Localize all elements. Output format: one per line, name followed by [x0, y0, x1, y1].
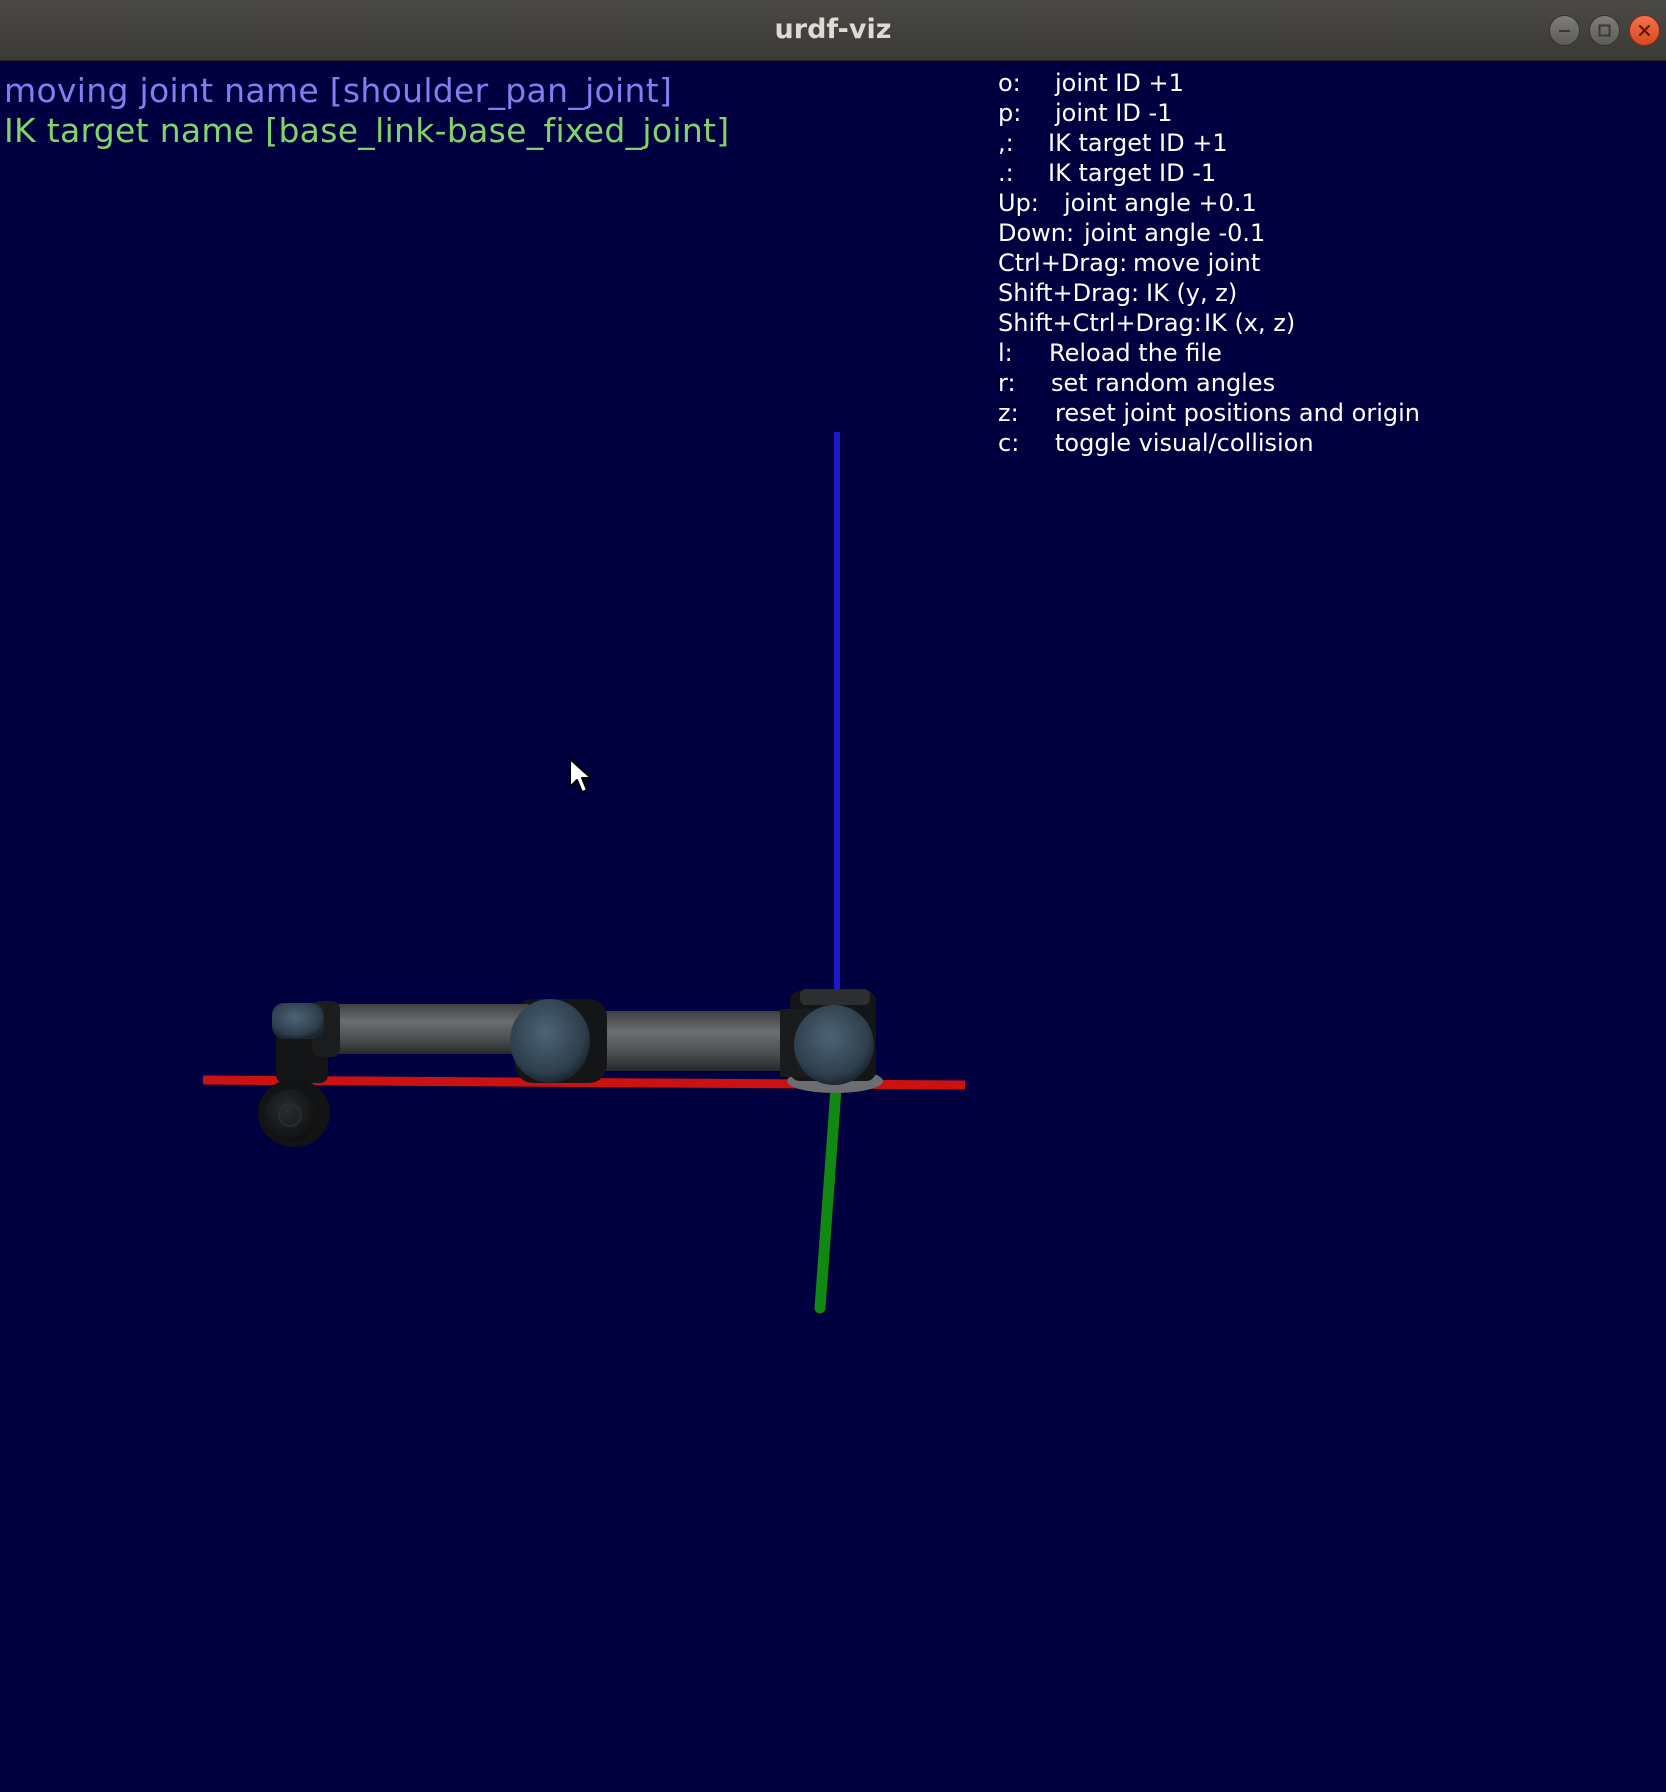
- close-icon: [1638, 24, 1651, 37]
- help-key: Up:: [998, 189, 1039, 217]
- robot-arm[interactable]: [258, 989, 883, 1147]
- help-key: Shift+Ctrl+Drag:: [998, 309, 1202, 337]
- help-key: Ctrl+Drag:: [998, 249, 1128, 277]
- help-desc: IK target ID +1: [1048, 129, 1228, 157]
- maximize-button[interactable]: [1589, 15, 1620, 46]
- help-desc: joint ID +1: [1055, 69, 1184, 97]
- help-key: l:: [998, 339, 1013, 367]
- robot-scene[interactable]: [0, 61, 1666, 1792]
- y-axis: [814, 1083, 842, 1314]
- 3d-viewport[interactable]: moving joint name [shoulder_pan_joint] I…: [0, 61, 1666, 1792]
- upper-arm-link: [588, 1011, 788, 1071]
- help-desc: set random angles: [1051, 369, 1276, 397]
- help-desc: IK (y, z): [1146, 279, 1238, 307]
- app-window: urdf-viz moving joint name [shoulder_pan…: [0, 0, 1666, 1792]
- forearm-link: [333, 1004, 529, 1054]
- close-button[interactable]: [1629, 15, 1660, 46]
- help-desc: toggle visual/collision: [1055, 429, 1314, 457]
- help-desc: joint angle -0.1: [1084, 219, 1266, 247]
- shoulder-joint-cap: [794, 1005, 874, 1085]
- help-key: ,:: [998, 129, 1014, 157]
- help-key: Shift+Drag:: [998, 279, 1140, 307]
- minimize-button[interactable]: [1549, 15, 1580, 46]
- mouse-pointer-icon: [569, 758, 592, 793]
- help-desc: reset joint positions and origin: [1055, 399, 1420, 427]
- help-desc: IK (x, z): [1204, 309, 1296, 337]
- help-desc: joint ID -1: [1055, 99, 1173, 127]
- help-desc: Reload the file: [1049, 339, 1222, 367]
- help-key: .:: [998, 159, 1014, 187]
- maximize-icon: [1598, 24, 1611, 37]
- help-desc: move joint: [1133, 249, 1261, 277]
- help-key: z:: [998, 399, 1019, 427]
- help-key: c:: [998, 429, 1020, 457]
- help-key: p:: [998, 99, 1022, 127]
- help-key: Down:: [998, 219, 1075, 247]
- help-key: r:: [998, 369, 1016, 397]
- help-key: o:: [998, 69, 1021, 97]
- title-bar[interactable]: urdf-viz: [0, 0, 1666, 61]
- moving-joint-label: moving joint name [shoulder_pan_joint]: [4, 71, 673, 110]
- ik-target-label: IK target name [base_link-base_fixed_joi…: [4, 111, 730, 150]
- help-desc: joint angle +0.1: [1064, 189, 1257, 217]
- help-desc: IK target ID -1: [1048, 159, 1217, 187]
- elbow-joint-cap: [510, 999, 590, 1083]
- wrist-cap: [272, 1003, 324, 1039]
- window-title: urdf-viz: [774, 14, 892, 45]
- minimize-icon: [1559, 30, 1570, 32]
